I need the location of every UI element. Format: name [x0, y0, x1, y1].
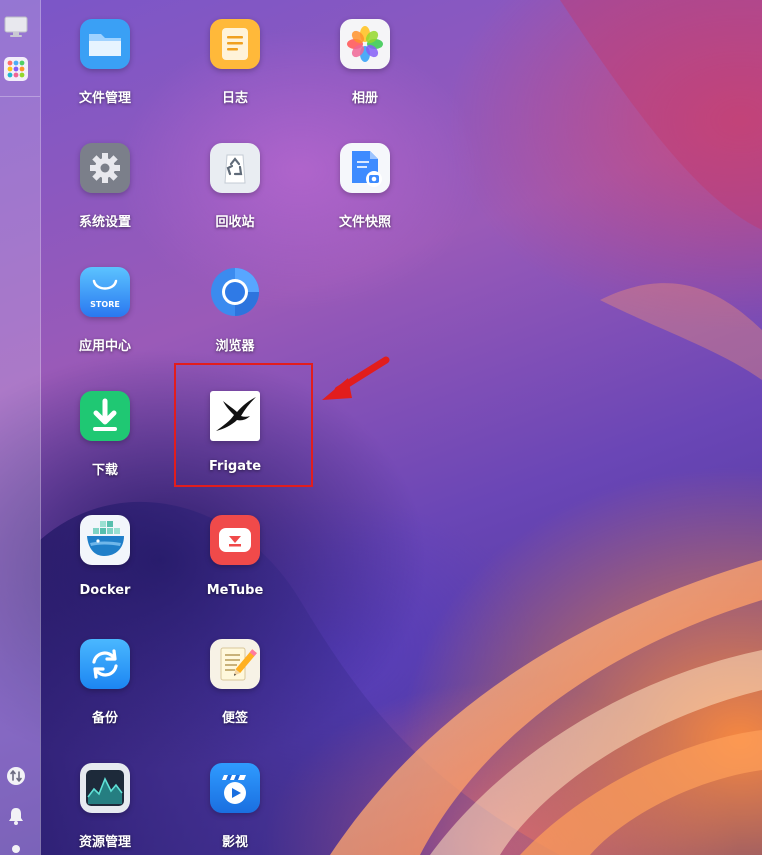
app-resource-monitor[interactable]: 资源管理 [50, 763, 160, 855]
app-label: 系统设置 [78, 215, 131, 230]
app-metube[interactable]: MeTube [180, 515, 290, 615]
frigate-bird-icon [210, 391, 260, 441]
app-label: 相册 [351, 91, 378, 106]
folder-icon [80, 19, 130, 69]
app-label: 便签 [221, 711, 248, 726]
notes-icon [210, 639, 260, 689]
app-label: 影视 [221, 835, 248, 850]
app-system-settings[interactable]: 系统设置 [50, 143, 160, 243]
app-label: 浏览器 [215, 339, 255, 354]
app-download[interactable]: 下载 [50, 391, 160, 491]
app-label: 文件管理 [78, 91, 131, 106]
app-backup[interactable]: 备份 [50, 639, 160, 739]
photos-icon [340, 19, 390, 69]
video-icon [210, 763, 260, 813]
download-icon [80, 391, 130, 441]
gear-icon [80, 143, 130, 193]
app-log[interactable]: 日志 [180, 19, 290, 119]
app-label: 日志 [221, 91, 248, 106]
docker-icon [80, 515, 130, 565]
file-snapshot-icon [340, 143, 390, 193]
app-photos[interactable]: 相册 [310, 19, 420, 119]
app-frigate[interactable]: Frigate [180, 391, 290, 491]
app-file-manager[interactable]: 文件管理 [50, 19, 160, 119]
app-label: MeTube [206, 583, 264, 598]
browser-icon [210, 267, 260, 317]
app-label: Docker [79, 583, 131, 598]
app-label: 下载 [91, 463, 118, 478]
app-docker[interactable]: Docker [50, 515, 160, 615]
app-label: 回收站 [215, 215, 255, 230]
app-file-snapshot[interactable]: 文件快照 [310, 143, 420, 243]
app-notes[interactable]: 便签 [180, 639, 290, 739]
sidebar-divider [0, 96, 40, 97]
log-icon [210, 19, 260, 69]
metube-icon [210, 515, 260, 565]
app-video[interactable]: 影视 [180, 763, 290, 855]
app-recycle-bin[interactable]: 回收站 [180, 143, 290, 243]
store-tile-text: STORE [90, 300, 120, 309]
recycle-icon [210, 143, 260, 193]
app-label: 资源管理 [78, 835, 131, 850]
user-icon[interactable] [4, 840, 28, 855]
app-label: 文件快照 [338, 215, 391, 230]
app-store[interactable]: STORE 应用中心 [50, 267, 160, 367]
app-label: 备份 [91, 711, 118, 726]
transfer-icon[interactable] [4, 764, 28, 788]
store-icon: STORE [80, 267, 130, 317]
app-browser[interactable]: 浏览器 [180, 267, 290, 367]
red-arrow-icon [322, 356, 390, 400]
app-label: 应用中心 [78, 339, 131, 354]
resource-monitor-icon [80, 763, 130, 813]
app-label: Frigate [208, 459, 262, 474]
desktop-monitor-icon[interactable] [4, 15, 28, 39]
bell-icon[interactable] [4, 804, 28, 828]
app-launcher-icon[interactable] [4, 57, 28, 81]
backup-icon [80, 639, 130, 689]
left-sidebar [0, 0, 41, 855]
